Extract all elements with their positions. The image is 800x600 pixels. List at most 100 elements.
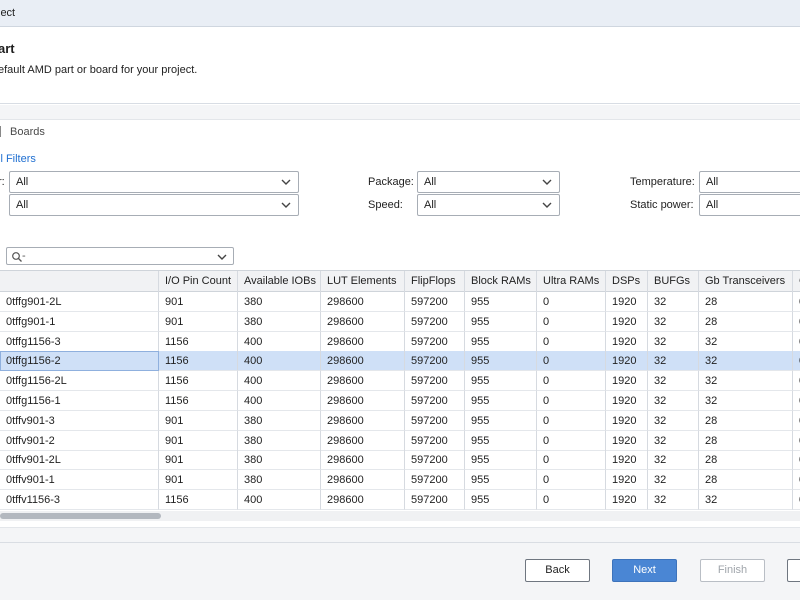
table-cell: 0 [537, 430, 606, 451]
horizontal-scrollbar[interactable] [0, 511, 800, 521]
table-cell: 400 [238, 331, 321, 352]
column-header[interactable]: Gb Transceivers [699, 271, 793, 292]
table-header-row: I/O Pin Count Available IOBs LUT Elements F… [0, 271, 800, 292]
table-cell: 955 [465, 490, 537, 510]
table-cell: 380 [238, 470, 321, 491]
column-header[interactable]: BUFGs [648, 271, 699, 292]
table-cell: 298600 [321, 371, 405, 392]
chevron-down-icon[interactable] [216, 251, 228, 263]
table-cell: 0 [793, 470, 800, 491]
table-cell: 0 [537, 391, 606, 411]
category-select-value: All [16, 176, 29, 188]
static-power-select-value: All [706, 199, 719, 211]
column-header[interactable] [0, 271, 159, 292]
window-titlebar: ject [0, 0, 800, 27]
table-row[interactable]: 0tffg901-2L 901 380 298600 597200 955 0 1920 32 2… [0, 292, 800, 312]
table-cell: 901 [159, 470, 238, 491]
table-cell: 1920 [606, 311, 648, 332]
table-cell: 0 [793, 450, 800, 471]
new-project-dialog: ject art efault AMD part or board for yo… [0, 0, 800, 600]
table-cell: 28 [699, 430, 793, 451]
next-button[interactable]: Next [612, 559, 677, 582]
table-row[interactable]: 0tffv901-3 901 380 298600 597200 955 0 1920 32 28… [0, 410, 800, 431]
table-cell: 1920 [606, 490, 648, 510]
table-row[interactable]: 0tffv1156-3 1156 400 298600 597200 955 0 1920 32… [0, 490, 800, 510]
table-cell: 1920 [606, 410, 648, 431]
table-cell: 28 [699, 470, 793, 491]
part-name-cell: 0tffg1156-2 [0, 351, 159, 372]
column-header[interactable]: DSPs [606, 271, 648, 292]
table-cell: 955 [465, 391, 537, 411]
package-select[interactable]: All [417, 171, 560, 193]
table-cell: 955 [465, 470, 537, 491]
back-button-label: Back [545, 564, 570, 576]
table-cell: 28 [699, 311, 793, 332]
package-select-value: All [424, 176, 437, 188]
table-row[interactable]: 0tffg1156-2 1156 400 298600 597200 955 0 1920 32… [0, 351, 800, 372]
table-cell: 298600 [321, 331, 405, 352]
table-row[interactable]: 0tffv901-2L 901 380 298600 597200 955 0 1920 32 2… [0, 450, 800, 471]
table-row[interactable]: 0tffv901-1 901 380 298600 597200 955 0 1920 32 28… [0, 470, 800, 491]
table-cell: 1920 [606, 292, 648, 312]
speed-select-value: All [424, 199, 437, 211]
table-cell: 0 [793, 411, 800, 431]
table-cell: 1920 [606, 371, 648, 392]
category-select[interactable]: All [9, 171, 299, 193]
temperature-select[interactable]: All [699, 171, 800, 193]
column-header[interactable]: LUT Elements [321, 271, 405, 292]
reset-all-filters-link[interactable]: ll Filters [0, 153, 36, 165]
table-row[interactable]: 0tffg1156-2L 1156 400 298600 597200 955 0 1920 3… [0, 371, 800, 392]
table-cell: 32 [648, 351, 699, 372]
table-row[interactable]: 0tffg1156-1 1156 400 298600 597200 955 0 1920 32… [0, 391, 800, 411]
table-cell: 955 [465, 351, 537, 372]
part-name-cell: 0tffv901-2L [0, 450, 159, 471]
static-power-select[interactable]: All [699, 194, 800, 216]
table-row[interactable]: 0tffg901-1 901 380 298600 597200 955 0 1920 32 28… [0, 311, 800, 332]
table-cell: 0 [537, 371, 606, 392]
wizard-header: art efault AMD part or board for your pr… [0, 27, 800, 104]
back-button[interactable]: Back [525, 559, 590, 582]
table-cell: 1156 [159, 351, 238, 372]
column-header[interactable]: I/O Pin Count [159, 271, 238, 292]
family-select[interactable]: All [9, 194, 299, 216]
search-input[interactable]: - [6, 247, 234, 265]
table-cell: 1920 [606, 331, 648, 352]
table-cell: 32 [648, 292, 699, 312]
cancel-button[interactable] [787, 559, 800, 582]
table-cell: 380 [238, 292, 321, 312]
search-value: - [22, 250, 26, 262]
column-header[interactable]: Block RAMs [465, 271, 537, 292]
scrollbar-thumb[interactable] [0, 513, 161, 519]
table-cell: 597200 [405, 430, 465, 451]
part-name-cell: 0tffv901-3 [0, 410, 159, 431]
part-name-cell: 0tffg901-2L [0, 292, 159, 312]
page-title: art [0, 41, 15, 56]
table-cell: 955 [465, 311, 537, 332]
package-label: Package: [368, 176, 414, 188]
table-cell: 597200 [405, 331, 465, 352]
finish-button[interactable]: Finish [700, 559, 765, 582]
table-cell: 1156 [159, 391, 238, 411]
table-cell: 597200 [405, 490, 465, 510]
table-cell: 32 [648, 331, 699, 352]
table-cell: 597200 [405, 351, 465, 372]
table-cell: 32 [699, 371, 793, 392]
table-cell: 1920 [606, 351, 648, 372]
table-cell: 400 [238, 490, 321, 510]
table-row[interactable]: 0tffv901-2 901 380 298600 597200 955 0 1920 32 28… [0, 430, 800, 451]
table-cell: 955 [465, 430, 537, 451]
table-cell: 1156 [159, 371, 238, 392]
table-row[interactable]: 0tffg1156-3 1156 400 298600 597200 955 0 1920 32… [0, 331, 800, 352]
part-name-cell: 0tffv901-1 [0, 470, 159, 491]
column-header[interactable]: FlipFlops [405, 271, 465, 292]
column-header[interactable]: Available IOBs [238, 271, 321, 292]
table-cell: 32 [648, 490, 699, 510]
part-name-cell: 0tffv901-2 [0, 430, 159, 451]
tab-boards[interactable]: Boards [10, 126, 45, 138]
table-cell: 901 [159, 450, 238, 471]
column-header[interactable]: Ultra RAMs [537, 271, 606, 292]
column-header[interactable]: G [793, 271, 800, 292]
speed-select[interactable]: All [417, 194, 560, 216]
table-cell: 380 [238, 450, 321, 471]
table-cell: 0 [537, 490, 606, 510]
